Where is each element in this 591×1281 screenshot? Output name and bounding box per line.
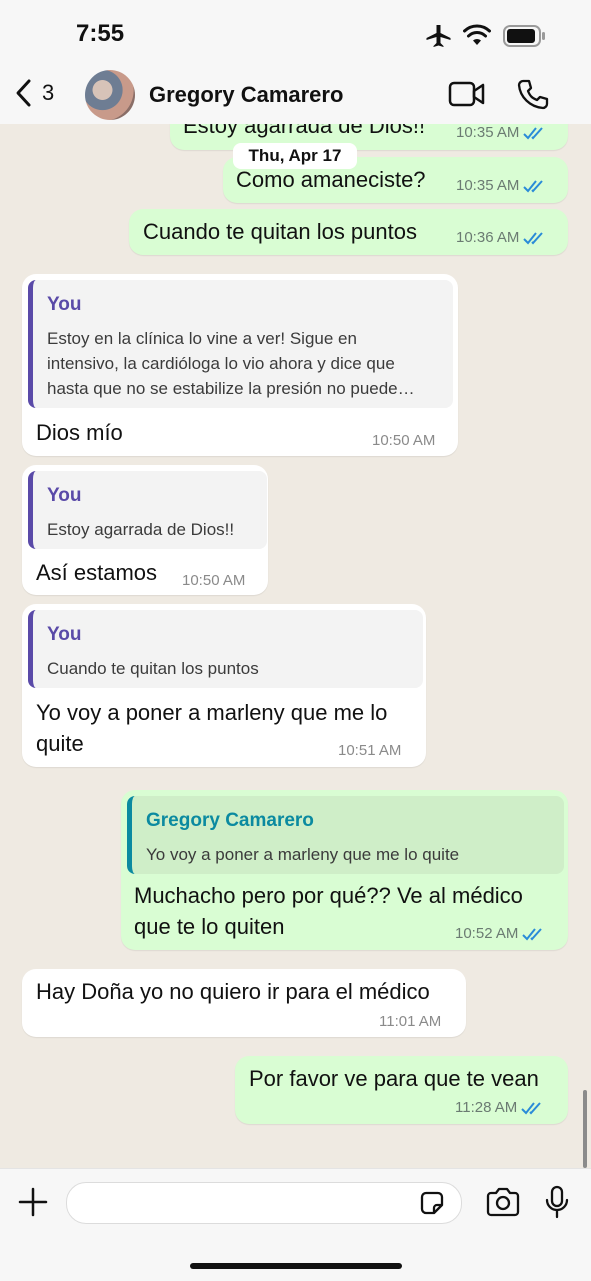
wifi-icon [463, 24, 491, 45]
outgoing-message[interactable]: Gregory Camarero Yo voy a poner a marlen… [121, 790, 568, 950]
message-list[interactable]: Estoy agarrada de Dios!! 10:35 AM Como a… [0, 124, 591, 1168]
scrollbar[interactable] [583, 1090, 587, 1168]
chat-header: 3 Gregory Camarero [0, 64, 591, 125]
outgoing-message[interactable]: Cuando te quitan los puntos 10:36 AM [129, 209, 568, 255]
read-receipt-icon [522, 927, 543, 940]
video-call-icon[interactable] [448, 80, 486, 108]
date-separator: Thu, Apr 17 [233, 143, 357, 169]
airplane-mode-icon [426, 25, 451, 47]
avatar[interactable] [85, 70, 135, 120]
unread-count: 3 [42, 80, 55, 105]
camera-icon[interactable] [485, 1187, 521, 1217]
read-receipt-icon [521, 1101, 542, 1114]
chevron-left-icon [16, 79, 31, 107]
phone-call-icon[interactable] [517, 78, 549, 110]
read-receipt-icon [523, 231, 544, 244]
back-button[interactable]: 3 [14, 78, 54, 108]
read-receipt-icon [523, 179, 544, 192]
microphone-icon[interactable] [544, 1185, 570, 1219]
battery-icon [503, 25, 545, 47]
outgoing-message[interactable]: Estoy agarrada de Dios!! 10:35 AM [170, 124, 568, 150]
quoted-message[interactable]: You Estoy agarrada de Dios!! [28, 471, 267, 549]
sticker-icon[interactable] [418, 1189, 446, 1217]
home-indicator [190, 1263, 402, 1269]
contact-name[interactable]: Gregory Camarero [149, 82, 343, 108]
incoming-message[interactable]: You Estoy en la clínica lo vine a ver! S… [22, 274, 458, 456]
status-time: 7:55 [76, 20, 125, 47]
incoming-message[interactable]: You Cuando te quitan los puntos Yo voy a… [22, 604, 426, 767]
message-input[interactable] [66, 1182, 462, 1224]
status-bar: 7:55 [0, 0, 591, 64]
quoted-message[interactable]: Gregory Camarero Yo voy a poner a marlen… [127, 796, 564, 874]
incoming-message[interactable]: Hay Doña yo no quiero ir para el médico … [22, 969, 466, 1037]
outgoing-message[interactable]: Por favor ve para que te vean 11:28 AM [235, 1056, 568, 1124]
incoming-message[interactable]: You Estoy agarrada de Dios!! Así estamos… [22, 465, 268, 595]
plus-icon[interactable] [18, 1187, 48, 1217]
quoted-message[interactable]: You Estoy en la clínica lo vine a ver! S… [28, 280, 453, 408]
quoted-message[interactable]: You Cuando te quitan los puntos [28, 610, 423, 688]
read-receipt-icon [523, 126, 544, 139]
